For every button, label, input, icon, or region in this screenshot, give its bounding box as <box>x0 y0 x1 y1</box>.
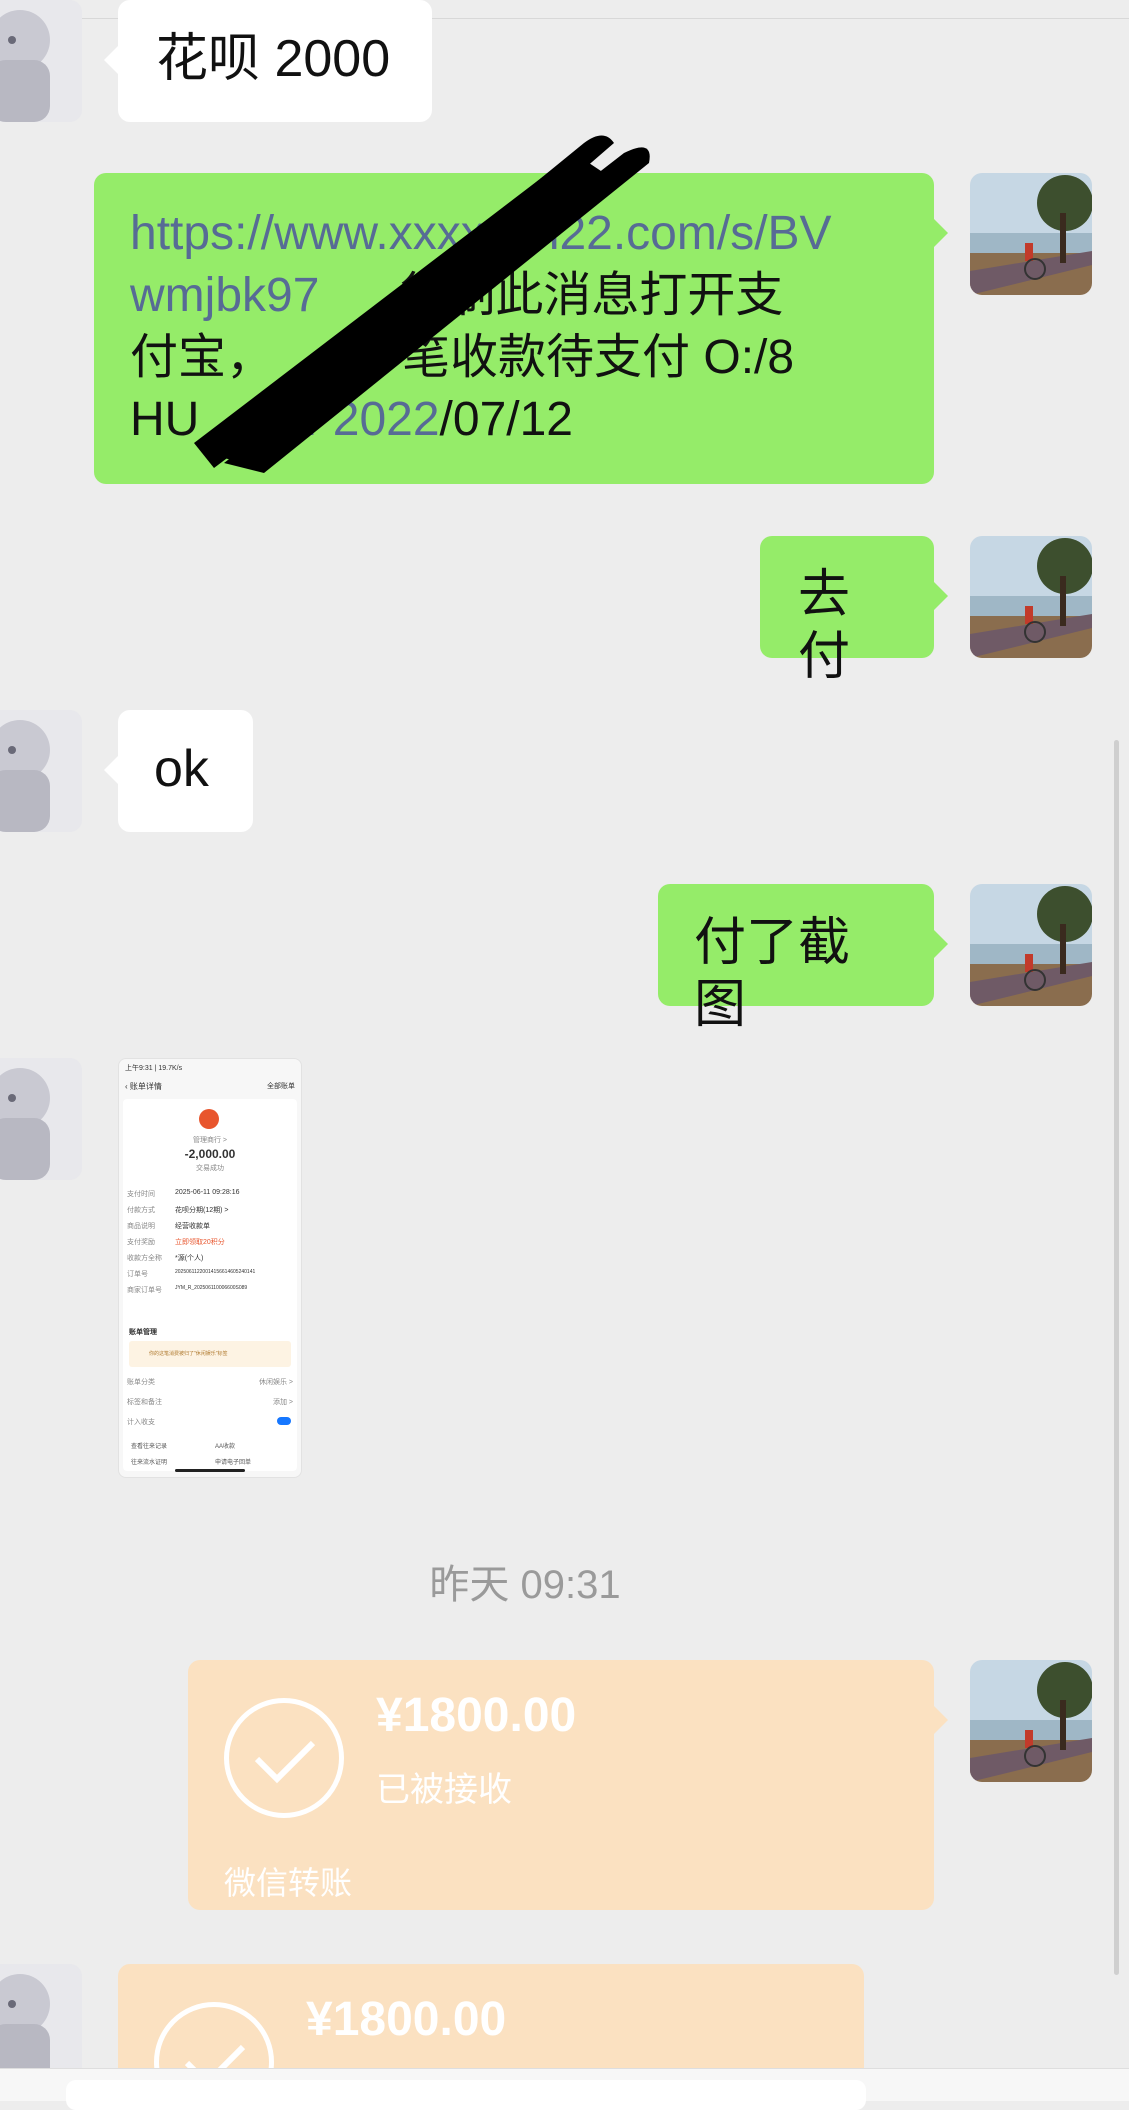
bill-row: 收款方全称 *源(个人) <box>127 1255 204 1262</box>
page-title: ‹ 账单详情 <box>125 1082 162 1091</box>
message-input[interactable] <box>66 2080 866 2110</box>
my-avatar[interactable] <box>970 536 1092 658</box>
bill-row: 计入收支 <box>127 1419 155 1426</box>
shot-link: AA收款 <box>215 1444 236 1450</box>
transfer-footer: 微信转账 <box>224 1865 353 1901</box>
bill-row: 标签和备注 添加 > <box>127 1399 293 1406</box>
message-text: 付了截图 <box>694 914 851 1034</box>
check-circle-icon <box>224 1698 344 1818</box>
message-text: 去付 <box>798 566 851 686</box>
contact-avatar[interactable] <box>0 1058 82 1180</box>
message-bubble[interactable]: ok <box>104 710 253 832</box>
merchant-name: 管理商行 > <box>192 1137 228 1144</box>
bubble-tail <box>934 219 948 247</box>
bill-row: 支付奖励 立即领取20积分 <box>127 1239 225 1246</box>
section-title: 账单管理 <box>129 1329 157 1336</box>
bill-row: 订单号 20250611220014156614605240141 <box>127 1269 256 1278</box>
bill-row: 商品说明 经营收款单 <box>127 1223 210 1230</box>
transfer-card[interactable]: ¥1800.00 <box>118 1964 864 2068</box>
bubble-tail <box>104 46 118 74</box>
transfer-amount: ¥1800.00 <box>306 1993 507 2046</box>
bill-row: 账单分类 休闲娱乐 > <box>127 1379 293 1386</box>
scrollbar[interactable] <box>1114 740 1119 1975</box>
bill-row: 支付时间 2025-06-11 09:28:16 <box>127 1189 240 1198</box>
transfer-card[interactable]: ¥1800.00 已被接收 微信转账 <box>188 1660 948 1910</box>
bubble-tail <box>934 930 948 958</box>
bill-state: 交易成功 <box>196 1165 224 1172</box>
message-bubble[interactable]: 花呗 2000 <box>104 0 432 122</box>
transfer-amount: ¥1800.00 <box>376 1689 577 1742</box>
toggle-switch <box>277 1417 291 1425</box>
message-text: ok <box>154 740 209 798</box>
bubble-tail <box>104 756 118 784</box>
bill-row: 商家订单号 JYM_R_202506110006600S089 <box>127 1285 248 1294</box>
all-bills-link: 全部账单 <box>267 1083 295 1090</box>
my-avatar[interactable] <box>970 884 1092 1006</box>
status-bar-text: 上午9:31 | 19.7K/s <box>125 1065 183 1072</box>
contact-avatar[interactable] <box>0 710 82 832</box>
link-message-bubble[interactable]: https://www.xxxxxxn22.com/s/BV wmjbk97 复… <box>94 135 948 484</box>
contact-avatar[interactable] <box>0 0 82 122</box>
my-avatar[interactable] <box>970 173 1092 295</box>
home-indicator <box>175 1469 245 1472</box>
bubble-tail <box>934 582 948 610</box>
my-avatar[interactable] <box>970 1660 1092 1782</box>
bubble-tail <box>934 1706 948 1734</box>
check-circle-icon <box>154 2002 274 2068</box>
message-bubble[interactable]: 去付 <box>760 536 948 686</box>
redaction-scribble <box>194 135 650 473</box>
chat-timestamp: 昨天 09:31 <box>429 1563 621 1607</box>
bill-row: 付款方式 花呗分期(12期) > <box>127 1207 229 1214</box>
shot-link: 查看往来记录 <box>131 1444 168 1450</box>
image-message[interactable]: 上午9:31 | 19.7K/s ‹ 账单详情 全部账单 管理商行 > -2,0… <box>118 1058 302 1478</box>
message-bubble[interactable]: 付了截图 <box>658 884 948 1034</box>
bill-amount: -2,000.00 <box>184 1147 236 1161</box>
shot-link: 申请电子回单 <box>215 1460 252 1466</box>
message-text: 花呗 2000 <box>156 30 391 88</box>
tip-banner: 你的这笔消费被归了"休闲娱乐"标签 <box>129 1341 291 1367</box>
shot-link: 往来流水证明 <box>131 1460 168 1466</box>
merchant-icon <box>199 1109 219 1129</box>
transfer-status: 已被接收 <box>376 1771 512 1809</box>
